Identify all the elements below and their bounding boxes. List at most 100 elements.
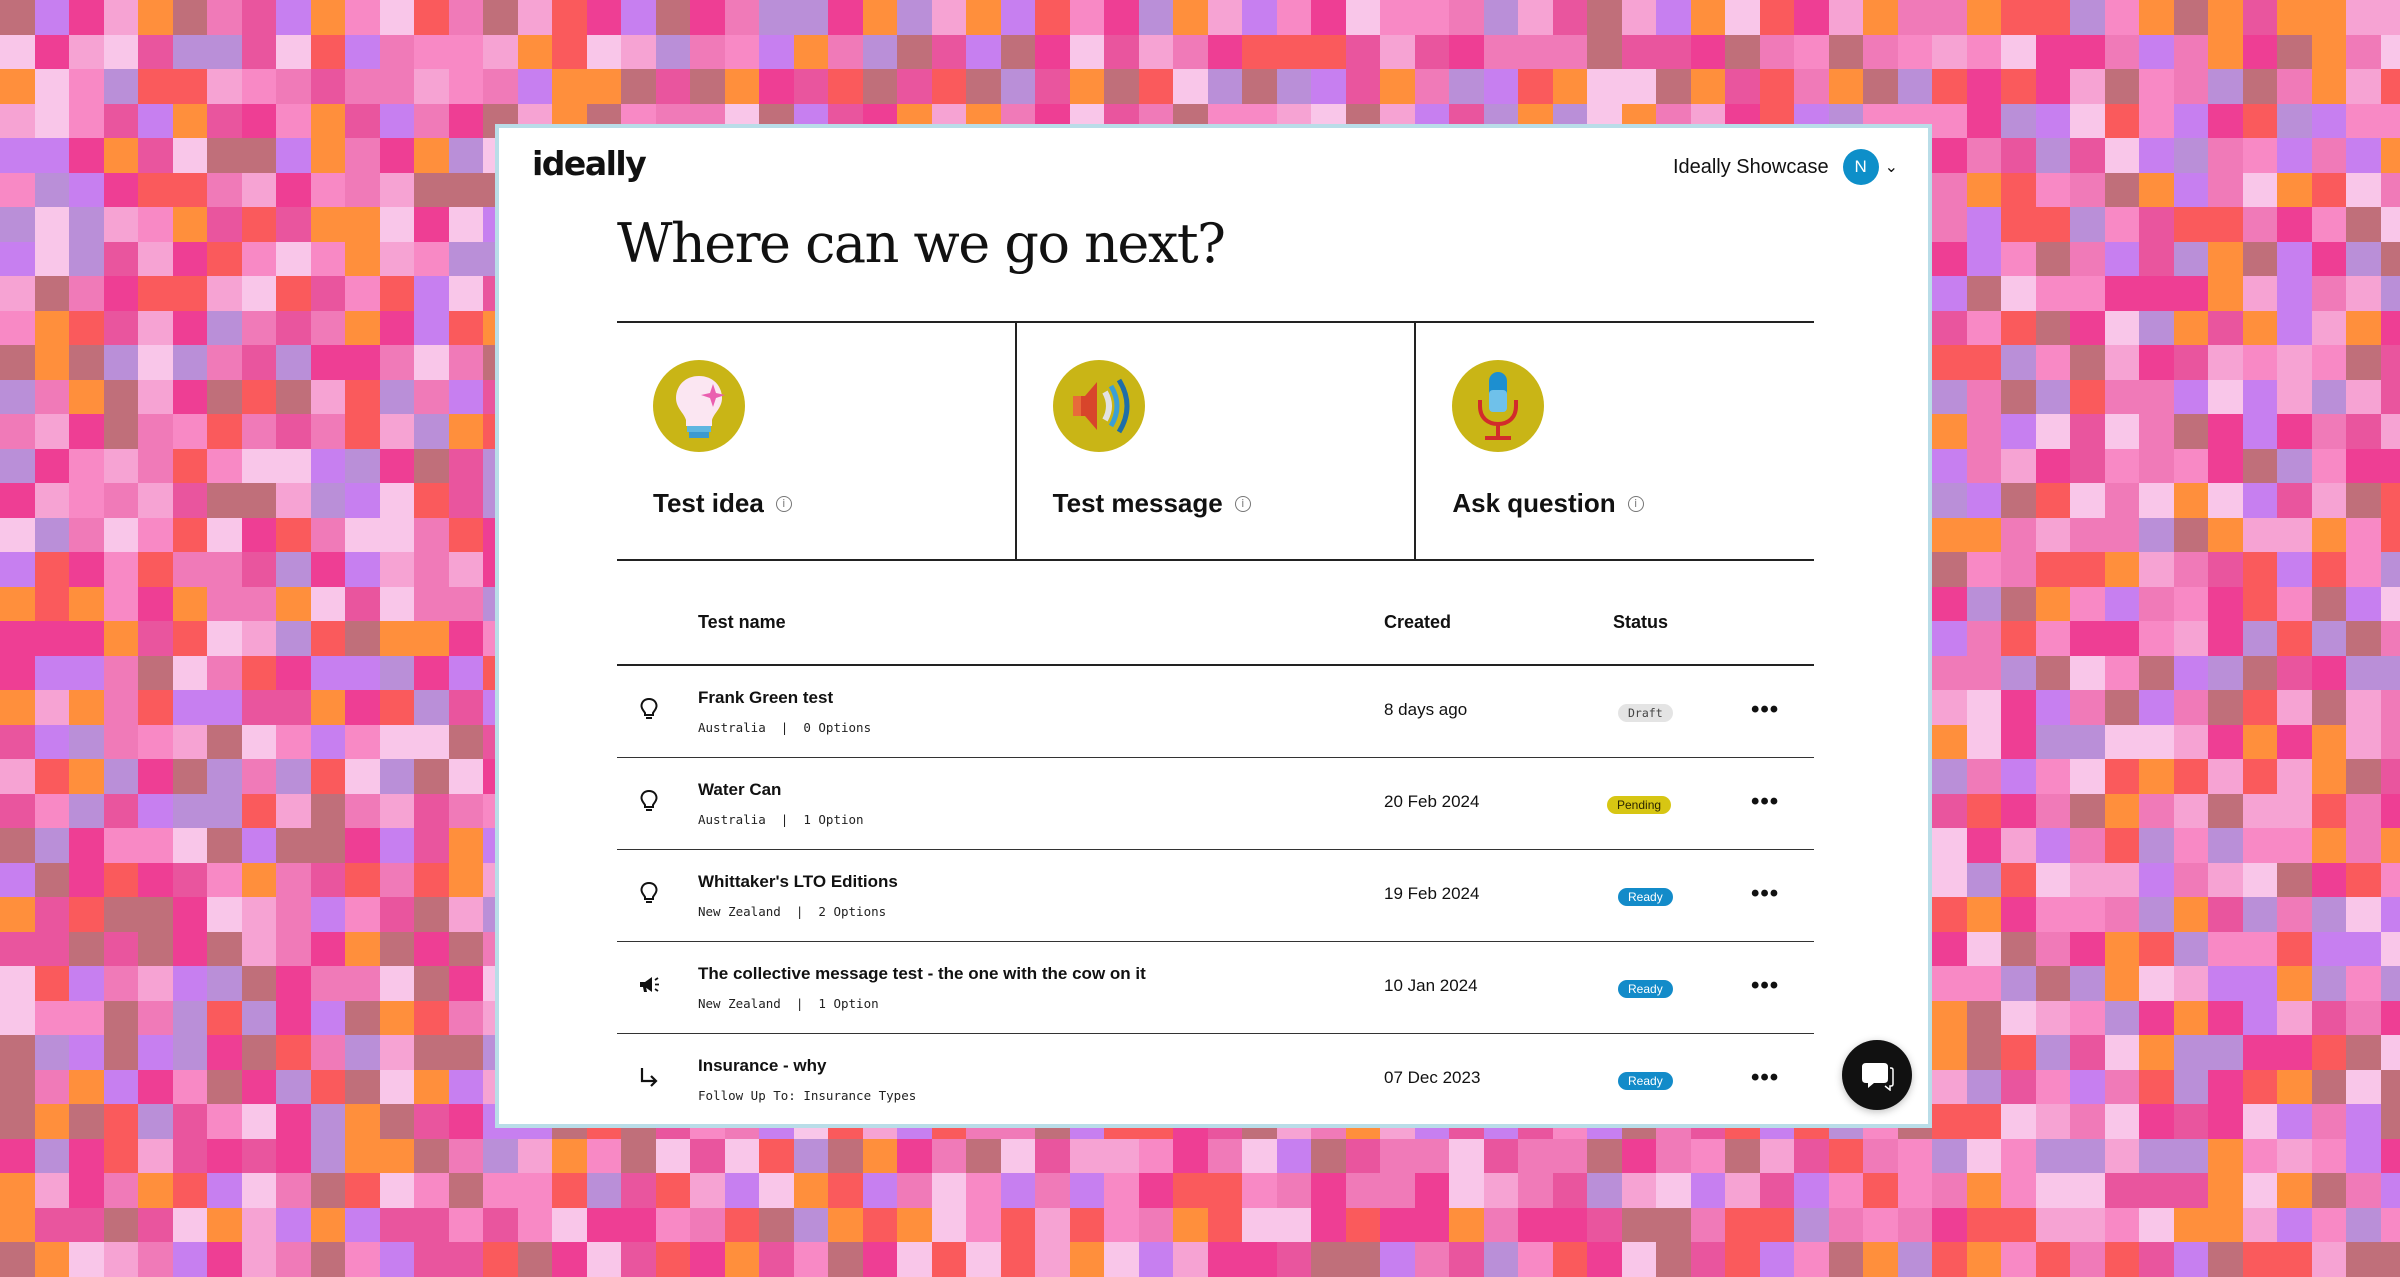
background-tile [1277,1173,1312,1208]
table-row[interactable]: Frank Green test Australia | 0 Options 8… [617,666,1814,758]
background-tile [1208,0,1243,35]
background-tile [2105,794,2140,829]
background-tile [173,552,208,587]
background-tile [380,759,415,794]
background-tile [1967,690,2002,725]
background-tile [1932,932,1967,967]
background-tile [2105,621,2140,656]
background-tile [2277,242,2312,277]
background-tile [2312,0,2347,35]
background-tile [1725,1242,1760,1277]
background-tile [483,1242,518,1277]
test-name[interactable]: The collective message test - the one wi… [698,964,1146,984]
background-tile [173,656,208,691]
background-tile [1553,69,1588,104]
background-tile [483,69,518,104]
test-name[interactable]: Insurance - why [698,1056,826,1076]
more-options-icon[interactable]: ••• [1751,696,1779,724]
info-icon[interactable]: i [1628,496,1644,512]
background-tile [2381,242,2400,277]
background-tile [1277,69,1312,104]
background-tile [207,1173,242,1208]
background-tile [1967,725,2002,760]
test-message-card[interactable]: Test message i [1015,323,1415,559]
background-tile [380,1001,415,1036]
background-tile [1104,1242,1139,1277]
background-tile [2139,173,2174,208]
column-header-status[interactable]: Status [1613,612,1668,633]
account-menu[interactable]: Ideally Showcase N ⌄ [1673,149,1898,185]
background-tile [2243,138,2278,173]
table-row[interactable]: The collective message test - the one wi… [617,942,1814,1034]
lightbulb-icon [653,360,745,452]
background-tile [1932,104,1967,139]
background-tile [311,1104,346,1139]
background-tile [552,35,587,70]
table-row[interactable]: Insurance - why Follow Up To: Insurance … [617,1034,1814,1126]
background-tile [345,1070,380,1105]
background-tile [2312,1104,2347,1139]
test-idea-card[interactable]: Test idea i [617,323,1015,559]
background-tile [966,0,1001,35]
column-header-created[interactable]: Created [1384,612,1451,633]
background-tile [207,242,242,277]
background-tile [414,311,449,346]
background-tile [1415,1139,1450,1174]
info-icon[interactable]: i [776,496,792,512]
more-options-icon[interactable]: ••• [1751,1064,1779,1092]
background-tile [897,1208,932,1243]
background-tile [242,725,277,760]
table-row[interactable]: Water Can Australia | 1 Option 20 Feb 20… [617,758,1814,850]
background-tile [2208,794,2243,829]
background-tile [1173,1139,1208,1174]
chevron-down-icon[interactable]: ⌄ [1885,157,1898,177]
background-tile [794,1173,829,1208]
background-tile [345,552,380,587]
background-tile [2001,690,2036,725]
info-icon[interactable]: i [1235,496,1251,512]
ask-question-card[interactable]: Ask question i [1414,323,1814,559]
background-tile [518,69,553,104]
test-name[interactable]: Whittaker's LTO Editions [698,872,898,892]
background-tile [2381,35,2400,70]
background-tile [2105,1001,2140,1036]
background-tile [2105,173,2140,208]
background-tile [2105,1173,2140,1208]
background-tile [173,1104,208,1139]
background-tile [1691,69,1726,104]
background-tile [0,828,35,863]
background-tile [2277,1070,2312,1105]
background-tile [414,35,449,70]
background-tile [311,483,346,518]
background-tile [2174,380,2209,415]
background-tile [1518,35,1553,70]
test-name[interactable]: Frank Green test [698,688,833,708]
background-tile [759,1173,794,1208]
test-meta: Australia | 1 Option [698,812,864,827]
more-options-icon[interactable]: ••• [1751,788,1779,816]
background-tile [1932,828,1967,863]
more-options-icon[interactable]: ••• [1751,880,1779,908]
background-tile [1311,1242,1346,1277]
column-header-test-name[interactable]: Test name [698,612,786,633]
test-message-label: Test message i [1053,488,1251,519]
background-tile [1932,35,1967,70]
background-tile [449,863,484,898]
test-name[interactable]: Water Can [698,780,781,800]
background-tile [1932,345,1967,380]
more-options-icon[interactable]: ••• [1751,972,1779,1000]
ideally-logo[interactable]: ideally [532,144,645,183]
background-tile [173,932,208,967]
background-tile [2036,138,2071,173]
background-tile [449,690,484,725]
background-tile [207,1001,242,1036]
background-tile [587,1139,622,1174]
background-tile [1932,1139,1967,1174]
background-tile [104,0,139,35]
background-tile [380,483,415,518]
chat-button[interactable] [1842,1040,1912,1110]
avatar[interactable]: N [1843,149,1879,185]
table-row[interactable]: Whittaker's LTO Editions New Zealand | 2… [617,850,1814,942]
background-tile [1967,1242,2002,1277]
background-tile [1035,1242,1070,1277]
